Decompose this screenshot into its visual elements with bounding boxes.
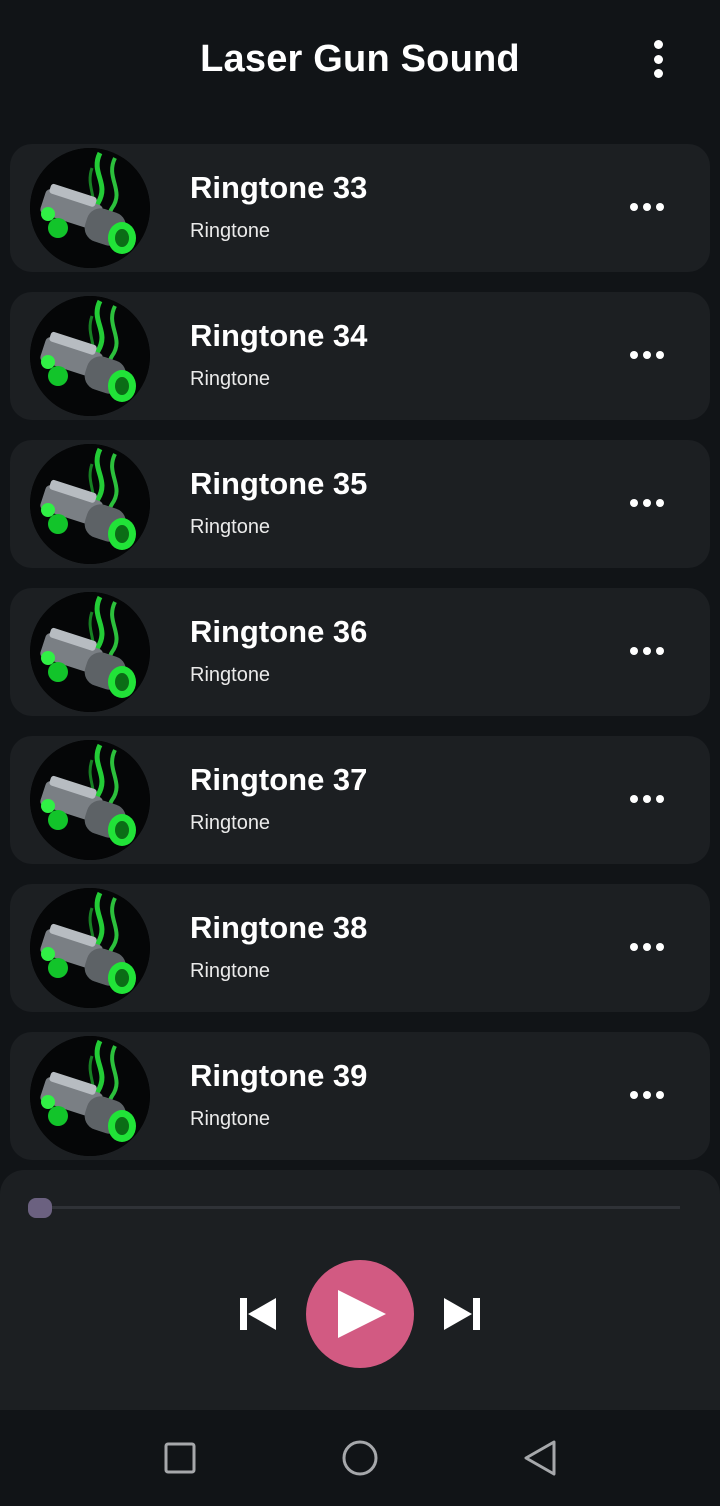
system-nav-bar bbox=[0, 1410, 720, 1506]
list-item[interactable]: Ringtone 33 Ringtone bbox=[10, 144, 710, 272]
laser-gun-thumbnail bbox=[30, 444, 150, 564]
more-horiz-icon[interactable] bbox=[630, 644, 664, 658]
player-panel bbox=[0, 1170, 720, 1410]
ringtone-title: Ringtone 35 bbox=[190, 466, 368, 501]
list-item[interactable]: Ringtone 35 Ringtone bbox=[10, 440, 710, 568]
more-horiz-icon[interactable] bbox=[630, 496, 664, 510]
list-item[interactable]: Ringtone 39 Ringtone bbox=[10, 1032, 710, 1160]
more-horiz-icon[interactable] bbox=[630, 940, 664, 954]
ringtone-title: Ringtone 38 bbox=[190, 910, 368, 945]
seek-bar[interactable] bbox=[40, 1206, 680, 1209]
ringtone-subtitle: Ringtone bbox=[190, 1108, 271, 1130]
laser-gun-thumbnail bbox=[30, 148, 150, 268]
ringtone-subtitle: Ringtone bbox=[190, 664, 271, 686]
triangle-back-icon[interactable] bbox=[520, 1438, 560, 1478]
ringtone-title: Ringtone 36 bbox=[190, 614, 368, 649]
list-item[interactable]: Ringtone 34 Ringtone bbox=[10, 292, 710, 420]
ringtone-subtitle: Ringtone bbox=[190, 812, 271, 834]
list-item[interactable]: Ringtone 36 Ringtone bbox=[10, 588, 710, 716]
more-vert-icon[interactable] bbox=[644, 40, 672, 78]
laser-gun-thumbnail bbox=[30, 888, 150, 1008]
square-icon[interactable] bbox=[160, 1438, 200, 1478]
laser-gun-thumbnail bbox=[30, 296, 150, 416]
ringtone-subtitle: Ringtone bbox=[190, 220, 271, 242]
ringtone-title: Ringtone 33 bbox=[190, 170, 368, 205]
app-bar: Laser Gun Sound bbox=[0, 0, 720, 110]
ringtone-title: Ringtone 37 bbox=[190, 762, 368, 797]
laser-gun-thumbnail bbox=[30, 592, 150, 712]
ringtone-subtitle: Ringtone bbox=[190, 516, 271, 538]
ringtone-subtitle: Ringtone bbox=[190, 960, 271, 982]
ringtone-subtitle: Ringtone bbox=[190, 368, 271, 390]
seek-thumb[interactable] bbox=[28, 1198, 52, 1218]
laser-gun-thumbnail bbox=[30, 740, 150, 860]
circle-icon[interactable] bbox=[340, 1438, 380, 1478]
play-button[interactable] bbox=[306, 1260, 414, 1368]
skip-next-icon[interactable] bbox=[442, 1296, 482, 1332]
laser-gun-thumbnail bbox=[30, 1036, 150, 1156]
ringtone-title: Ringtone 34 bbox=[190, 318, 368, 353]
more-horiz-icon[interactable] bbox=[630, 200, 664, 214]
list-item[interactable]: Ringtone 38 Ringtone bbox=[10, 884, 710, 1012]
play-icon bbox=[338, 1290, 386, 1338]
list-item[interactable]: Ringtone 37 Ringtone bbox=[10, 736, 710, 864]
page-title: Laser Gun Sound bbox=[200, 38, 520, 80]
more-horiz-icon[interactable] bbox=[630, 1088, 664, 1102]
more-horiz-icon[interactable] bbox=[630, 348, 664, 362]
more-horiz-icon[interactable] bbox=[630, 792, 664, 806]
ringtone-list[interactable]: Ringtone 33 Ringtone Ringtone 34 Rington… bbox=[0, 0, 720, 1170]
skip-previous-icon[interactable] bbox=[238, 1296, 278, 1332]
ringtone-title: Ringtone 39 bbox=[190, 1058, 368, 1093]
